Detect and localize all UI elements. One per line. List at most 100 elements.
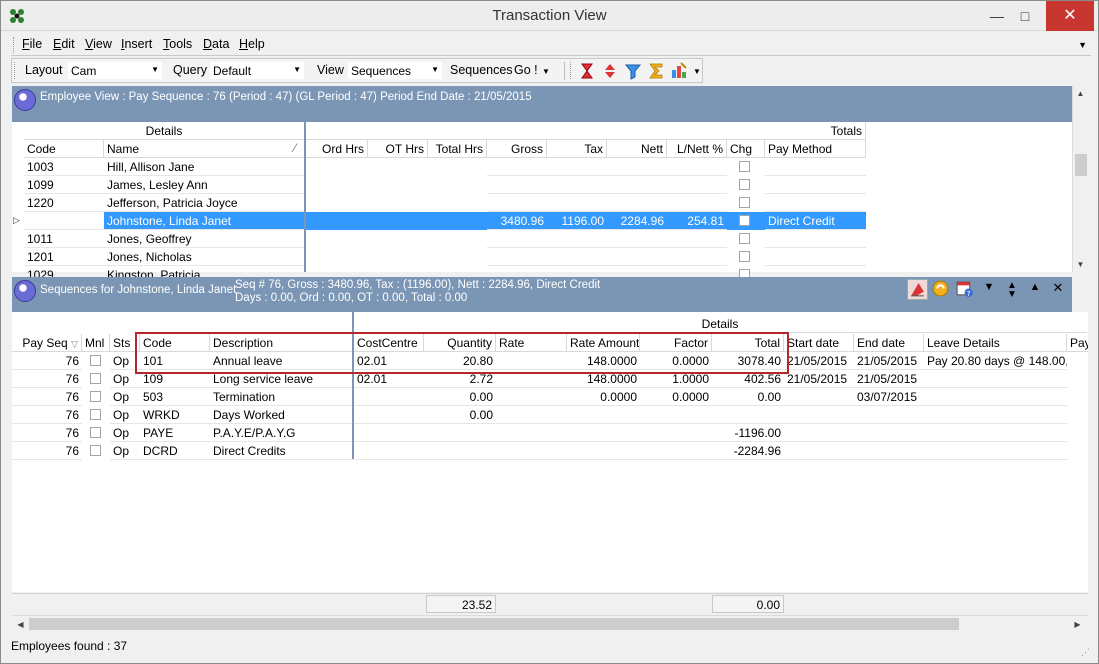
report-chart-icon[interactable] xyxy=(670,62,688,80)
seq-factor-cell[interactable] xyxy=(640,406,712,424)
close-button[interactable]: ✕ xyxy=(1046,1,1094,31)
seq-factor-cell[interactable] xyxy=(640,442,712,460)
seq-leave-details-cell[interactable] xyxy=(924,406,1067,424)
column-header-start-date[interactable]: Start date xyxy=(784,334,854,352)
seq-manual-checkbox[interactable] xyxy=(90,445,101,456)
seq-rate-cell[interactable] xyxy=(496,388,567,406)
seq-rate-amount-cell[interactable]: 0.0000 xyxy=(567,388,640,406)
menu-file[interactable]: File xyxy=(22,37,42,51)
seq-code-cell[interactable]: PAYE xyxy=(140,424,210,442)
go-dropdown-icon[interactable]: ▼ xyxy=(542,67,550,76)
seq-total-cell[interactable]: 0.00 xyxy=(712,388,784,406)
seq-leave-details-cell[interactable] xyxy=(924,370,1067,388)
employee-chg-checkbox[interactable] xyxy=(739,197,750,208)
seq-manual-checkbox[interactable] xyxy=(90,409,101,420)
sum-icon[interactable] xyxy=(647,62,665,80)
view-select[interactable]: Sequences ▼ xyxy=(347,61,443,80)
column-header-total-hrs[interactable]: Total Hrs xyxy=(428,140,487,158)
seq-total-cell[interactable]: -1196.00 xyxy=(712,424,784,442)
column-header-name[interactable]: Name ⁄ xyxy=(104,140,305,158)
column-header-ord-hrs[interactable]: Ord Hrs xyxy=(306,140,368,158)
seq-code-cell[interactable]: WRKD xyxy=(140,406,210,424)
column-header-pay[interactable]: Pay xyxy=(1067,334,1088,352)
go-button[interactable]: Go ! xyxy=(514,63,538,77)
scroll-right-icon[interactable]: ▶ xyxy=(1070,617,1085,632)
seq-start-date-cell[interactable] xyxy=(784,406,854,424)
seq-description-cell[interactable]: Days Worked xyxy=(210,406,353,424)
menu-insert[interactable]: Insert xyxy=(121,37,152,51)
seq-quantity-cell[interactable] xyxy=(424,424,496,442)
layout-select[interactable]: Cam ▼ xyxy=(67,61,163,80)
seq-quantity-cell[interactable] xyxy=(424,442,496,460)
seq-end-date-cell[interactable] xyxy=(854,442,924,460)
employee-chg-checkbox[interactable] xyxy=(739,179,750,190)
seq-start-date-cell[interactable] xyxy=(784,424,854,442)
menu-view[interactable]: View xyxy=(85,37,112,51)
employee-chg-checkbox[interactable] xyxy=(739,251,750,262)
employee-code-cell[interactable]: 1003 xyxy=(24,158,104,176)
seq-rate-cell[interactable] xyxy=(496,406,567,424)
seq-factor-cell[interactable]: 0.0000 xyxy=(640,388,712,406)
seq-start-date-cell[interactable]: 21/05/2015 xyxy=(784,370,854,388)
column-header-code[interactable]: Code xyxy=(24,140,104,158)
maximize-button[interactable]: □ xyxy=(1011,1,1039,31)
toolbar-grip[interactable] xyxy=(14,62,16,79)
seq-end-date-cell[interactable]: 21/05/2015 xyxy=(854,352,924,370)
employee-name-cell[interactable]: Johnstone, Linda Janet xyxy=(104,212,305,230)
move-up-down-icon[interactable]: ▲ ▼ xyxy=(1003,281,1021,300)
employee-code-cell[interactable]: 1008 xyxy=(24,212,104,230)
scroll-thumb[interactable] xyxy=(1075,154,1087,176)
recalculate-button[interactable] xyxy=(931,279,952,300)
employee-chg-checkbox[interactable] xyxy=(739,215,750,226)
seq-manual-checkbox[interactable] xyxy=(90,373,101,384)
seq-rate-cell[interactable] xyxy=(496,424,567,442)
seq-factor-cell[interactable] xyxy=(640,424,712,442)
seq-manual-checkbox[interactable] xyxy=(90,355,101,366)
menu-overflow-icon[interactable]: ▼ xyxy=(1078,40,1087,50)
seq-description-cell[interactable]: Direct Credits xyxy=(210,442,353,460)
seq-costcentre-cell[interactable] xyxy=(354,406,424,424)
employee-code-cell[interactable]: 1201 xyxy=(24,248,104,266)
hscroll-thumb[interactable] xyxy=(29,618,959,630)
seq-costcentre-cell[interactable] xyxy=(354,388,424,406)
employee-name-cell[interactable]: Jones, Geoffrey xyxy=(104,230,305,248)
scroll-up-icon[interactable]: ▲ xyxy=(1073,86,1088,101)
seq-manual-checkbox[interactable] xyxy=(90,391,101,402)
column-header-pay-seq[interactable]: Pay Seq ▽ xyxy=(12,334,82,352)
seq-start-date-cell[interactable] xyxy=(784,388,854,406)
sequences-hscrollbar[interactable]: ◀ ▶ xyxy=(12,615,1088,632)
seq-leave-details-cell[interactable] xyxy=(924,388,1067,406)
seq-end-date-cell[interactable]: 21/05/2015 xyxy=(854,370,924,388)
employee-code-cell[interactable]: 1099 xyxy=(24,176,104,194)
seq-manual-checkbox[interactable] xyxy=(90,427,101,438)
seq-quantity-cell[interactable]: 0.00 xyxy=(424,388,496,406)
seq-costcentre-cell[interactable] xyxy=(354,442,424,460)
employee-chg-checkbox[interactable] xyxy=(739,161,750,172)
column-header-lnett-pct[interactable]: L/Nett % xyxy=(667,140,727,158)
filter-icon[interactable] xyxy=(624,62,642,80)
seq-leave-details-cell[interactable]: Pay 20.80 days @ 148.00, re xyxy=(924,352,1067,370)
hourglass-icon[interactable] xyxy=(578,62,596,80)
seq-description-cell[interactable]: P.A.Y.E/P.A.Y.G xyxy=(210,424,353,442)
resize-grip-icon[interactable]: ⋰ xyxy=(1081,647,1093,659)
seq-leave-details-cell[interactable] xyxy=(924,424,1067,442)
seq-rate-amount-cell[interactable] xyxy=(567,442,640,460)
column-header-mnl[interactable]: Mnl xyxy=(82,334,110,352)
column-header-nett[interactable]: Nett xyxy=(607,140,667,158)
seq-start-date-cell[interactable]: 21/05/2015 xyxy=(784,352,854,370)
calendar-help-button[interactable]: ? xyxy=(955,279,976,300)
delete-sequence-button[interactable] xyxy=(907,279,928,300)
minimize-button[interactable]: — xyxy=(983,1,1011,31)
move-top-icon[interactable]: ▲ xyxy=(1026,281,1044,299)
seq-description-cell[interactable]: Termination xyxy=(210,388,353,406)
seq-code-cell[interactable]: DCRD xyxy=(140,442,210,460)
close-sequences-icon[interactable]: ✕ xyxy=(1049,280,1067,298)
seq-costcentre-cell[interactable] xyxy=(354,424,424,442)
employee-code-cell[interactable]: 1011 xyxy=(24,230,104,248)
menu-grip[interactable] xyxy=(13,37,15,53)
employee-name-cell[interactable]: Hill, Allison Jane xyxy=(104,158,305,176)
menu-tools[interactable]: Tools xyxy=(163,37,192,51)
sort-updown-icon[interactable] xyxy=(601,62,619,80)
employee-name-cell[interactable]: James, Lesley Ann xyxy=(104,176,305,194)
seq-rate-amount-cell[interactable] xyxy=(567,406,640,424)
